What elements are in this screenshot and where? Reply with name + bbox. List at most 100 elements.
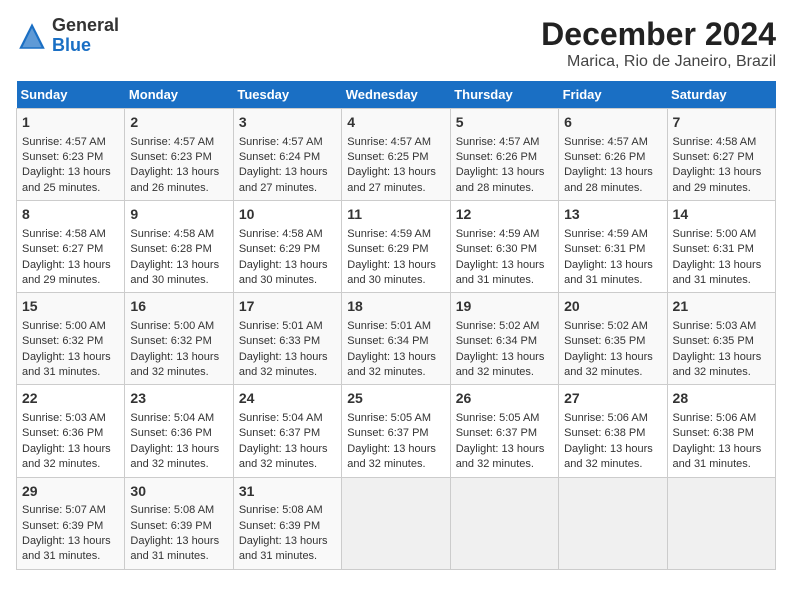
day-number: 2	[130, 113, 227, 133]
day-info-line: Sunset: 6:33 PM	[239, 334, 336, 349]
calendar-day-cell: 1Sunrise: 4:57 AMSunset: 6:23 PMDaylight…	[17, 109, 125, 201]
day-info-line: and 29 minutes.	[22, 273, 119, 288]
day-info-line: Sunrise: 4:57 AM	[22, 135, 119, 150]
day-info-line: and 31 minutes.	[456, 273, 553, 288]
day-info-line: and 32 minutes.	[347, 365, 444, 380]
day-info-line: Daylight: 13 hours	[239, 442, 336, 457]
day-info-line: and 32 minutes.	[456, 365, 553, 380]
day-info-line: Daylight: 13 hours	[347, 165, 444, 180]
day-number: 31	[239, 482, 336, 502]
day-number: 10	[239, 205, 336, 225]
day-of-week-header: Wednesday	[342, 81, 450, 109]
calendar-table: SundayMondayTuesdayWednesdayThursdayFrid…	[16, 81, 776, 570]
day-info-line: Sunset: 6:31 PM	[673, 242, 770, 257]
day-info-line: and 32 minutes.	[673, 365, 770, 380]
day-info-line: Sunrise: 4:57 AM	[347, 135, 444, 150]
day-info-line: Sunset: 6:37 PM	[456, 426, 553, 441]
day-info-line: Daylight: 13 hours	[22, 258, 119, 273]
day-info-line: and 31 minutes.	[22, 365, 119, 380]
day-info-line: Sunrise: 4:58 AM	[22, 227, 119, 242]
day-info-line: and 32 minutes.	[239, 365, 336, 380]
day-info-line: Sunset: 6:25 PM	[347, 150, 444, 165]
day-info-line: Sunrise: 5:05 AM	[456, 411, 553, 426]
day-info-line: Daylight: 13 hours	[22, 165, 119, 180]
day-info-line: Sunrise: 4:58 AM	[673, 135, 770, 150]
day-info-line: and 31 minutes.	[22, 549, 119, 564]
day-info-line: Sunrise: 4:58 AM	[130, 227, 227, 242]
day-info-line: Sunrise: 5:06 AM	[564, 411, 661, 426]
day-number: 8	[22, 205, 119, 225]
day-info-line: Daylight: 13 hours	[673, 442, 770, 457]
day-info-line: Sunrise: 5:02 AM	[456, 319, 553, 334]
day-info-line: Daylight: 13 hours	[239, 165, 336, 180]
day-info-line: Sunset: 6:32 PM	[22, 334, 119, 349]
calendar-day-cell: 8 Sunrise: 4:58 AMSunset: 6:27 PMDaylight…	[17, 201, 125, 293]
day-info-line: Daylight: 13 hours	[347, 350, 444, 365]
day-info-line: Sunrise: 4:57 AM	[239, 135, 336, 150]
day-number: 12	[456, 205, 553, 225]
day-number: 6	[564, 113, 661, 133]
day-info-line: and 32 minutes.	[347, 457, 444, 472]
day-of-week-header: Sunday	[17, 81, 125, 109]
day-info-line: Sunset: 6:39 PM	[239, 519, 336, 534]
day-info-line: Sunrise: 5:07 AM	[22, 503, 119, 518]
calendar-day-cell: 3Sunrise: 4:57 AMSunset: 6:24 PMDaylight…	[233, 109, 341, 201]
day-number: 4	[347, 113, 444, 133]
day-info-line: Sunrise: 5:02 AM	[564, 319, 661, 334]
day-number: 16	[130, 297, 227, 317]
day-info-line: and 30 minutes.	[239, 273, 336, 288]
day-info-line: Sunrise: 4:59 AM	[456, 227, 553, 242]
day-info-line: Daylight: 13 hours	[564, 258, 661, 273]
day-info-line: Sunset: 6:38 PM	[673, 426, 770, 441]
day-of-week-header: Thursday	[450, 81, 558, 109]
calendar-day-cell: 2Sunrise: 4:57 AMSunset: 6:23 PMDaylight…	[125, 109, 233, 201]
day-info-line: Daylight: 13 hours	[673, 350, 770, 365]
day-info-line: Daylight: 13 hours	[456, 350, 553, 365]
calendar-day-cell: 4 Sunrise: 4:57 AMSunset: 6:25 PMDaylight…	[342, 109, 450, 201]
day-info-line: Daylight: 13 hours	[673, 165, 770, 180]
day-info-line: Sunset: 6:29 PM	[239, 242, 336, 257]
day-info-line: Sunset: 6:27 PM	[22, 242, 119, 257]
day-info-line: Daylight: 13 hours	[347, 442, 444, 457]
day-info-line: and 32 minutes.	[130, 457, 227, 472]
day-info-line: Sunset: 6:38 PM	[564, 426, 661, 441]
day-info-line: and 27 minutes.	[347, 181, 444, 196]
calendar-day-cell: 10Sunrise: 4:58 AMSunset: 6:29 PMDayligh…	[233, 201, 341, 293]
day-info-line: and 31 minutes.	[673, 273, 770, 288]
day-info-line: Daylight: 13 hours	[673, 258, 770, 273]
day-info-line: Sunrise: 5:06 AM	[673, 411, 770, 426]
calendar-day-cell	[667, 477, 775, 569]
day-info-line: and 28 minutes.	[456, 181, 553, 196]
day-number: 21	[673, 297, 770, 317]
calendar-day-cell: 28Sunrise: 5:06 AMSunset: 6:38 PMDayligh…	[667, 385, 775, 477]
calendar-week-row: 22Sunrise: 5:03 AMSunset: 6:36 PMDayligh…	[17, 385, 776, 477]
day-info-line: and 27 minutes.	[239, 181, 336, 196]
day-info-line: Daylight: 13 hours	[456, 165, 553, 180]
calendar-day-cell: 27Sunrise: 5:06 AMSunset: 6:38 PMDayligh…	[559, 385, 667, 477]
calendar-day-cell: 6Sunrise: 4:57 AMSunset: 6:26 PMDaylight…	[559, 109, 667, 201]
day-number: 20	[564, 297, 661, 317]
day-info-line: and 32 minutes.	[456, 457, 553, 472]
day-info-line: Sunset: 6:26 PM	[564, 150, 661, 165]
calendar-day-cell: 26Sunrise: 5:05 AMSunset: 6:37 PMDayligh…	[450, 385, 558, 477]
day-info-line: and 31 minutes.	[673, 457, 770, 472]
calendar-day-cell: 9Sunrise: 4:58 AMSunset: 6:28 PMDaylight…	[125, 201, 233, 293]
day-info-line: and 26 minutes.	[130, 181, 227, 196]
day-info-line: Sunset: 6:30 PM	[456, 242, 553, 257]
day-info-line: and 32 minutes.	[564, 365, 661, 380]
day-info-line: Daylight: 13 hours	[130, 350, 227, 365]
day-info-line: Daylight: 13 hours	[239, 534, 336, 549]
day-info-line: Sunset: 6:35 PM	[564, 334, 661, 349]
calendar-day-cell: 25Sunrise: 5:05 AMSunset: 6:37 PMDayligh…	[342, 385, 450, 477]
day-info-line: Sunset: 6:36 PM	[130, 426, 227, 441]
day-number: 15	[22, 297, 119, 317]
day-info-line: and 32 minutes.	[130, 365, 227, 380]
day-info-line: Sunrise: 5:03 AM	[22, 411, 119, 426]
calendar-day-cell: 21Sunrise: 5:03 AMSunset: 6:35 PMDayligh…	[667, 293, 775, 385]
day-info-line: Sunrise: 4:57 AM	[130, 135, 227, 150]
day-number: 9	[130, 205, 227, 225]
day-info-line: Sunset: 6:34 PM	[456, 334, 553, 349]
day-info-line: Sunset: 6:36 PM	[22, 426, 119, 441]
day-info-line: Sunrise: 4:59 AM	[564, 227, 661, 242]
day-info-line: Sunrise: 5:00 AM	[130, 319, 227, 334]
